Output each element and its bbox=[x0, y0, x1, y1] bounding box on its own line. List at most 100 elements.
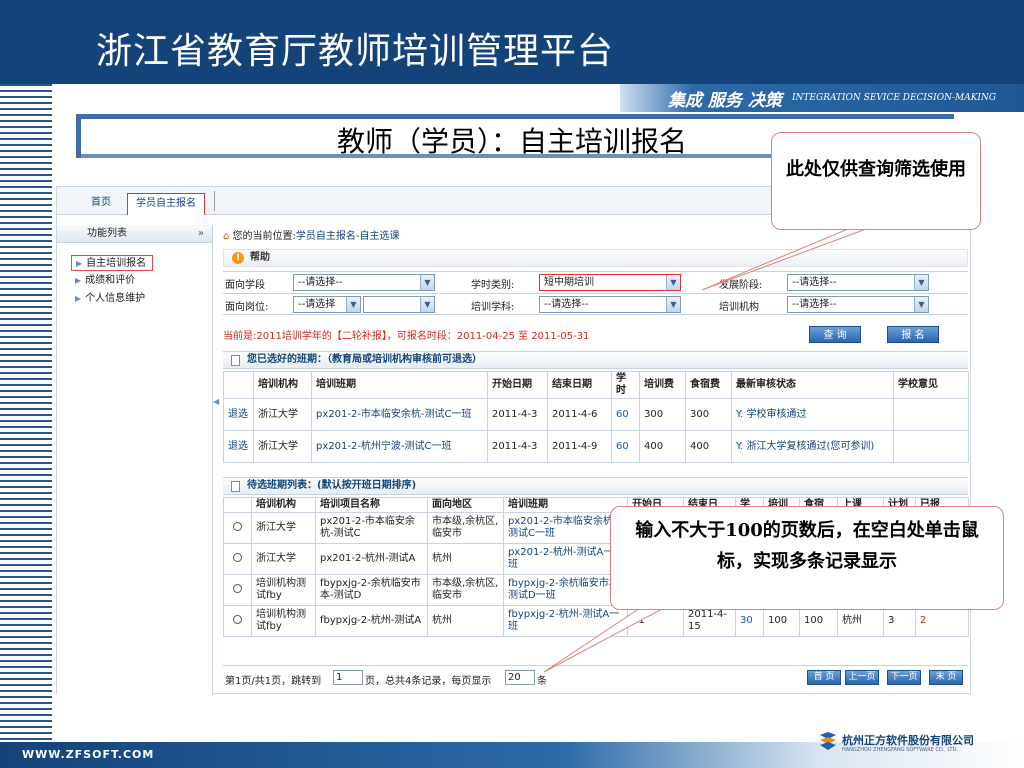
sidebar-item-label: 成绩和评价 bbox=[85, 275, 136, 286]
table-cell: 杭州 bbox=[837, 605, 884, 637]
dev-stage-select-value: --请选择-- bbox=[792, 277, 837, 288]
table-cell: 浙江大学 bbox=[253, 398, 312, 431]
nav-signup-tab[interactable]: 学员自主报名 bbox=[127, 193, 205, 215]
company-name-en: HANGZHOU ZHENGFANG SOFTWARE CO., LTD. bbox=[842, 747, 959, 753]
column-header: 培训机构 bbox=[253, 371, 312, 399]
filter-row: 面向岗位: --请选择 ▼ ▼ 培训学科: --请选择-- ▼ 培训机构 --请选择… bbox=[223, 294, 968, 316]
table-cell: 浙江大学 bbox=[251, 543, 316, 575]
dev-stage-select[interactable]: --请选择-- ▼ bbox=[787, 274, 929, 291]
hour-type-select[interactable]: 短中期培训 ▼ bbox=[539, 274, 681, 291]
sidebar-item-grades[interactable]: ▶ 成绩和评价 bbox=[71, 273, 135, 289]
table-cell: 2011-4-3 bbox=[487, 430, 548, 463]
table-row: 培训机构测试fby fbypxjg-2-杭州-测试A 杭州 fbypxjg-2-杭州-… bbox=[223, 605, 969, 637]
table-cell: 杭州 bbox=[427, 543, 504, 575]
subject-select[interactable]: --请选择-- ▼ bbox=[539, 296, 681, 313]
hour-type-select-value: 短中期培训 bbox=[544, 277, 594, 288]
table-cell: 市本级,余杭区,临安市 bbox=[427, 574, 504, 606]
page-size-input[interactable]: 20 bbox=[505, 670, 535, 685]
triangle-right-icon: ▶ bbox=[75, 294, 82, 303]
table-cell: 培训机构测试fby bbox=[251, 574, 316, 606]
chevron-down-icon: ▼ bbox=[420, 297, 434, 312]
filter-label-institution: 培训机构 bbox=[719, 302, 759, 313]
institution-select-value: --请选择-- bbox=[792, 299, 837, 310]
breadcrumb-prefix: 您的当前位置: bbox=[232, 231, 296, 242]
table-cell: fbypxjg-2-杭州-测试A bbox=[315, 605, 428, 637]
table-cell: px201-2-杭州-测试A一班 bbox=[503, 543, 628, 575]
table-cell: 30 bbox=[735, 605, 764, 637]
post-select[interactable]: --请选择 ▼ bbox=[293, 296, 361, 313]
chevron-double-down-icon[interactable]: » bbox=[198, 225, 204, 243]
table-cell: Y. 学校审核通过 bbox=[731, 398, 894, 431]
class-radio[interactable] bbox=[233, 614, 242, 624]
table-cell bbox=[893, 430, 969, 463]
pending-section-title: 待选班期列表：(默认按开班日期排序) bbox=[223, 477, 968, 495]
home-icon: ⌂ bbox=[223, 231, 230, 242]
table-cell: 2 bbox=[915, 605, 969, 637]
chevron-down-icon: ▼ bbox=[914, 275, 928, 290]
help-bar[interactable]: ! 帮助 bbox=[223, 249, 968, 267]
filter-form: 面向学段 --请选择-- ▼ 学时类别: 短中期培训 ▼ 发展阶段: --请选择--… bbox=[223, 271, 968, 315]
collapse-sidebar-icon[interactable]: ◀ bbox=[213, 397, 219, 406]
filter-label-post: 面向岗位: bbox=[225, 302, 269, 313]
table-cell bbox=[893, 398, 969, 431]
first-page-button[interactable]: 首 页 bbox=[807, 670, 841, 685]
withdraw-link[interactable]: 退选 bbox=[223, 398, 254, 431]
table-cell: 400 bbox=[639, 430, 686, 463]
selected-classes-table: 培训机构 培训班期 开始日期 结束日期 学时 培训费 食宿费 最新审核状态 学校意见 退选 浙江大… bbox=[223, 371, 969, 463]
document-icon bbox=[231, 481, 240, 492]
column-header: 结束日期 bbox=[547, 371, 612, 399]
chevron-down-icon: ▼ bbox=[666, 297, 680, 312]
table-cell: px201-2-市本临安余杭-测试C一班 bbox=[503, 512, 628, 544]
table-cell: 300 bbox=[685, 398, 732, 431]
signup-button[interactable]: 报 名 bbox=[887, 326, 939, 343]
app-window: 首页 学员自主报名 功能列表 » ▶ 自主培训报名 ▶ 成绩和评价 ▶ 个人信息维护 … bbox=[56, 186, 971, 695]
nav-home-tab[interactable]: 首页 bbox=[83, 193, 119, 215]
class-radio[interactable] bbox=[233, 583, 242, 593]
page-number-input[interactable]: 1 bbox=[333, 670, 363, 685]
table-cell: 浙江大学 bbox=[251, 512, 316, 544]
table-cell: 2011-4-3 bbox=[487, 398, 548, 431]
withdraw-link[interactable]: 退选 bbox=[223, 430, 254, 463]
table-cell: px201-2-杭州-测试A bbox=[315, 543, 428, 575]
column-header: 学时 bbox=[611, 371, 640, 399]
next-page-button[interactable]: 下一页 bbox=[887, 670, 921, 685]
table-cell bbox=[223, 543, 252, 575]
table-cell: px201-2-杭州宁波-测试C一班 bbox=[311, 430, 488, 463]
last-page-button[interactable]: 末 页 bbox=[929, 670, 963, 685]
table-cell bbox=[223, 512, 252, 544]
post-sub-select[interactable]: ▼ bbox=[363, 296, 435, 313]
class-radio[interactable] bbox=[233, 521, 242, 531]
table-cell: 300 bbox=[639, 398, 686, 431]
query-button[interactable]: 查 询 bbox=[809, 326, 861, 343]
pending-section-label: 待选班期列表：(默认按开班日期排序) bbox=[247, 480, 417, 491]
company-logo-icon bbox=[820, 732, 836, 750]
class-radio[interactable] bbox=[233, 552, 242, 562]
decorative-stripes bbox=[0, 84, 52, 742]
table-cell: fbypxjg-2-杭州-测试A一班 bbox=[503, 605, 628, 637]
sidebar-item-label: 个人信息维护 bbox=[85, 293, 146, 304]
sidebar-item-profile[interactable]: ▶ 个人信息维护 bbox=[71, 291, 145, 307]
table-cell: 培训机构测试fby bbox=[251, 605, 316, 637]
table-cell: 400 bbox=[685, 430, 732, 463]
column-header: 培训费 bbox=[639, 371, 686, 399]
stage-select[interactable]: --请选择-- ▼ bbox=[293, 274, 435, 291]
pagination: 第1页/共1页，跳转到 1 页，总共4条记录，每页显示 20 条 首 页 上一页… bbox=[223, 665, 968, 687]
table-cell: px201-2-市本临安余杭-测试C一班 bbox=[311, 398, 488, 431]
institution-select[interactable]: --请选择-- ▼ bbox=[787, 296, 929, 313]
prev-page-button[interactable]: 上一页 bbox=[845, 670, 879, 685]
filter-label-subject: 培训学科: bbox=[471, 302, 515, 313]
slogan-en: INTEGRATION SEVICE DECISION-MAKING bbox=[792, 93, 997, 103]
slogan-zh: 集成 服务 决策 bbox=[668, 91, 782, 111]
pager-page-info: 第1页/共1页，跳转到 bbox=[225, 676, 322, 687]
document-icon bbox=[231, 355, 240, 366]
breadcrumb-path[interactable]: 学员自主报名-自主选课 bbox=[296, 231, 400, 242]
table-cell bbox=[223, 605, 252, 637]
column-header: 培训项目名称 bbox=[315, 497, 428, 513]
column-header: 最新审核状态 bbox=[731, 371, 894, 399]
column-header: 培训班期 bbox=[503, 497, 628, 513]
filter-note-callout: 此处仅供查询筛选使用 bbox=[771, 132, 981, 230]
filter-label-hour-type: 学时类别: bbox=[471, 280, 515, 291]
sidebar-item-self-signup[interactable]: ▶ 自主培训报名 bbox=[71, 255, 154, 271]
table-cell: 11 bbox=[627, 605, 684, 637]
sidebar-header: 功能列表 » bbox=[57, 225, 212, 243]
